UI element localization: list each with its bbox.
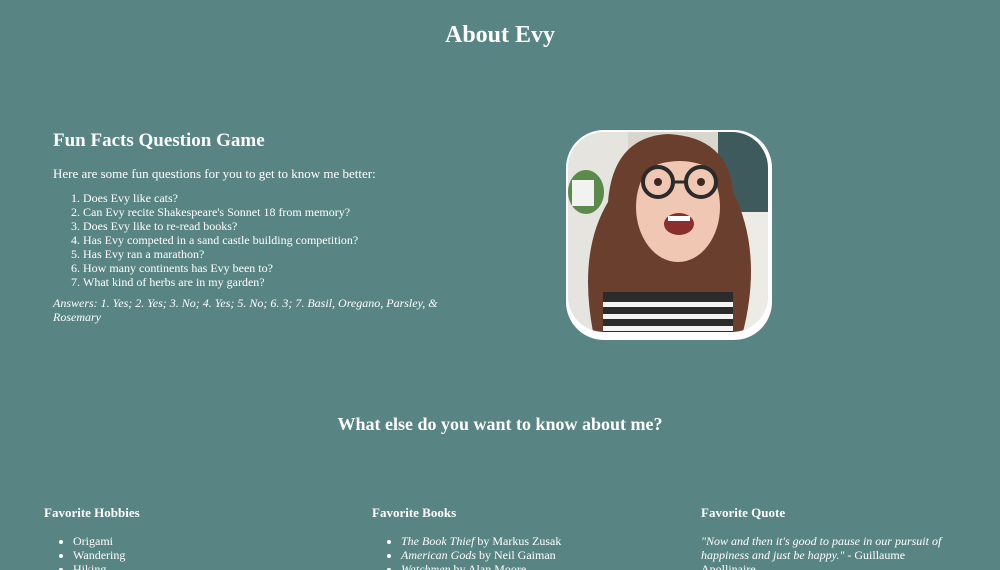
book-title: Watchmen (401, 562, 451, 570)
question-item: Does Evy like cats? (83, 191, 463, 205)
books-title: Favorite Books (372, 505, 457, 520)
question-item: Does Evy like to re-read books? (83, 219, 463, 233)
book-title: The Book Thief (401, 534, 475, 548)
book-item: American Gods by Neil Gaiman (401, 548, 642, 562)
hobby-item: Wandering (73, 548, 314, 562)
question-item: Has Evy competed in a sand castle buildi… (83, 233, 463, 247)
hobbies-list: Origami Wandering Hiking (44, 534, 314, 570)
profile-photo-frame (566, 130, 772, 340)
questions-list: Does Evy like cats? Can Evy recite Shake… (53, 191, 463, 289)
book-item: Watchmen by Alan Moore (401, 562, 642, 570)
page-title: About Evy (444, 22, 556, 48)
hobby-item: Origami (73, 534, 314, 548)
section-title: What else do you want to know about me? (337, 414, 663, 434)
book-author: by Neil Gaiman (476, 548, 556, 562)
question-item: What kind of herbs are in my garden? (83, 275, 463, 289)
book-author: by Markus Zusak (474, 534, 562, 548)
book-item: The Book Thief by Markus Zusak (401, 534, 642, 548)
quote-column: Favorite Quote "Now and then it's good t… (701, 505, 961, 570)
profile-photo (568, 132, 768, 332)
books-list: The Book Thief by Markus Zusak American … (372, 534, 642, 570)
hobby-item: Hiking (73, 562, 314, 570)
book-author: by Alan Moore (450, 562, 527, 570)
answers-text: Answers: 1. Yes; 2. Yes; 3. No; 4. Yes; … (53, 296, 438, 324)
hobbies-column: Favorite Hobbies Origami Wandering Hikin… (44, 505, 314, 570)
hobbies-title: Favorite Hobbies (44, 505, 140, 520)
question-item: Has Evy ran a marathon? (83, 247, 463, 261)
fun-facts-section: Fun Facts Question Game Here are some fu… (53, 130, 463, 324)
favorite-quote: "Now and then it's good to pause in our … (701, 534, 961, 570)
question-item: Can Evy recite Shakespeare's Sonnet 18 f… (83, 205, 463, 219)
question-item: How many continents has Evy been to? (83, 261, 463, 275)
quote-title: Favorite Quote (701, 505, 786, 520)
profile-photo-image (568, 132, 768, 332)
about-page: About Evy Fun Facts Question Game Here a… (0, 0, 1000, 570)
fun-facts-intro: Here are some fun questions for you to g… (53, 166, 376, 181)
books-column: Favorite Books The Book Thief by Markus … (372, 505, 642, 570)
quote-text: "Now and then it's good to pause in our … (701, 534, 942, 562)
book-title: American Gods (401, 548, 476, 562)
fun-facts-title: Fun Facts Question Game (53, 130, 265, 151)
